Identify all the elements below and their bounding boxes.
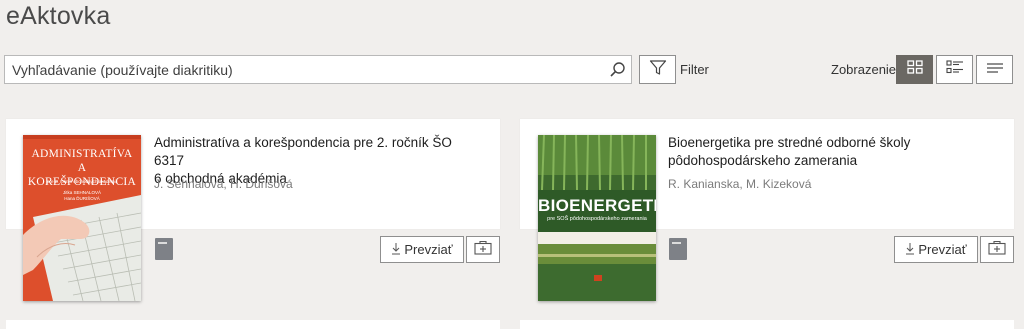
book-icon[interactable] <box>155 238 173 260</box>
search-icon[interactable] <box>603 56 631 83</box>
download-icon <box>391 242 401 258</box>
add-to-bag-button[interactable] <box>466 236 500 263</box>
cover-subtitle: pre SOŠ pôdohospodárskeho zamerania <box>547 216 647 222</box>
book-icon[interactable] <box>669 238 687 260</box>
book-card-next[interactable] <box>6 320 500 329</box>
app-title: eAktovka <box>6 2 111 30</box>
book-card-next[interactable] <box>520 320 1014 329</box>
download-label: Prevziať <box>918 242 967 257</box>
grid-icon <box>906 60 923 79</box>
book-cover[interactable]: BIOENERGETIKA pre SOŠ pôdohospodárskeho … <box>538 135 656 301</box>
book-title[interactable]: Bioenergetika pre stredné odborné školy … <box>668 134 998 170</box>
book-authors: R. Kanianska, M. Kizeková <box>668 177 812 191</box>
view-list-button[interactable] <box>936 55 973 84</box>
view-label: Zobrazenie <box>831 62 897 77</box>
bag-plus-icon <box>474 240 492 260</box>
search-input[interactable] <box>5 56 603 83</box>
funnel-icon <box>649 59 667 81</box>
filter-button[interactable] <box>639 55 676 84</box>
cover-authors: Jitka SEHNALOVÁ Hana ĎURIŠOVÁ <box>62 190 101 201</box>
download-icon <box>905 242 915 258</box>
book-cover[interactable]: ADMINISTRATÍVA A KOREŠPONDENCIA pre 2. r… <box>23 135 141 301</box>
lines-icon <box>986 61 1004 79</box>
filter-label[interactable]: Filter <box>680 62 709 77</box>
bag-plus-icon <box>988 240 1006 260</box>
download-button[interactable]: Prevziať <box>380 236 464 263</box>
download-label: Prevziať <box>404 242 453 257</box>
list-details-icon <box>945 60 964 79</box>
view-grid-button[interactable] <box>896 55 933 84</box>
book-authors: J. Sehnalová, H. Ďurišová <box>154 177 293 191</box>
view-compact-button[interactable] <box>976 55 1013 84</box>
download-button[interactable]: Prevziať <box>894 236 978 263</box>
cover-title: BIOENERGETIKA <box>538 196 656 215</box>
add-to-bag-button[interactable] <box>980 236 1014 263</box>
cover-subtitle: pre 2. ročník obchodných akadémií <box>46 179 118 184</box>
search-box[interactable] <box>4 55 632 84</box>
